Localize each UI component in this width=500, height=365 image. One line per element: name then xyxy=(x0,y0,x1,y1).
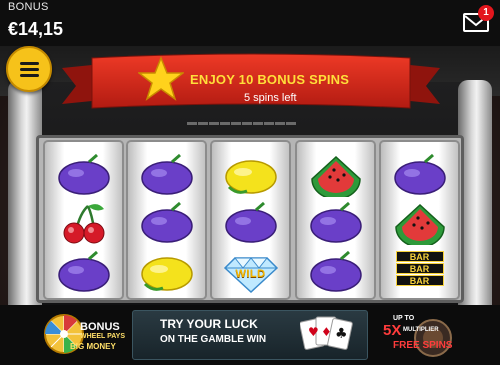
multiplier-label: MULTIPLIER xyxy=(403,327,439,333)
bar-triple-icon: BAR BAR BAR xyxy=(390,250,450,294)
svg-text:♣: ♣ xyxy=(335,326,348,342)
menu-button[interactable] xyxy=(6,46,52,92)
bonus-wheel-tagline: BIG MONEY xyxy=(70,342,116,351)
reel-5: BAR BAR BAR xyxy=(381,142,458,298)
watermelon-icon xyxy=(306,153,366,197)
bar-symbol-label: BAR xyxy=(395,275,444,286)
plum-icon xyxy=(306,250,366,294)
reel-2 xyxy=(128,142,205,298)
bonus-wheel-title: BONUS xyxy=(80,321,120,333)
star-icon xyxy=(138,56,184,101)
banner-title: ENJOY 10 BONUS SPINS xyxy=(190,72,350,87)
multiplier-value: 5X xyxy=(383,322,402,339)
machine-title-faded: ▬▬▬▬▬▬▬▬▬▬ xyxy=(187,117,297,128)
reel-4 xyxy=(297,142,374,298)
menu-icon-bar xyxy=(20,62,39,65)
multiplier-up-to: UP TO xyxy=(393,315,415,322)
lemon-icon xyxy=(137,250,197,294)
cherries-icon xyxy=(54,201,114,245)
balance-value: €14,15 xyxy=(8,19,64,39)
bar-symbol-label: BAR xyxy=(395,263,444,274)
svg-text:♥: ♥ xyxy=(308,325,319,339)
multiplier-free-spins: FREE SPINS xyxy=(393,340,453,351)
plum-icon xyxy=(137,153,197,197)
top-bar xyxy=(0,0,500,46)
gamble-title: TRY YOUR LUCK xyxy=(160,317,258,331)
bonus-wheel-subtitle: WHEEL PAYS xyxy=(80,333,125,340)
wild-label: WILD xyxy=(235,268,266,280)
plum-icon xyxy=(137,201,197,245)
svg-text:♦: ♦ xyxy=(321,325,332,339)
wild-diamond-icon: WILD xyxy=(221,250,281,294)
gamble-subtitle: ON THE GAMBLE WIN xyxy=(160,334,267,345)
watermelon-icon xyxy=(390,201,450,245)
playing-cards-icon: ♥ ♦ ♣ xyxy=(300,316,353,350)
lemon-icon xyxy=(221,153,281,197)
plum-icon xyxy=(54,250,114,294)
balance-label: BONUS xyxy=(8,1,49,13)
reel-1 xyxy=(45,142,122,298)
plum-icon xyxy=(306,201,366,245)
reel-3: WILD xyxy=(212,142,289,298)
menu-icon-bar xyxy=(20,74,39,77)
notification-badge: 1 xyxy=(478,5,494,21)
banner-subtitle: 5 spins left xyxy=(244,92,297,104)
plum-icon xyxy=(390,153,450,197)
menu-icon-bar xyxy=(20,68,39,71)
plum-icon xyxy=(54,153,114,197)
plum-icon xyxy=(221,201,281,245)
bar-symbol-label: BAR xyxy=(395,251,444,262)
